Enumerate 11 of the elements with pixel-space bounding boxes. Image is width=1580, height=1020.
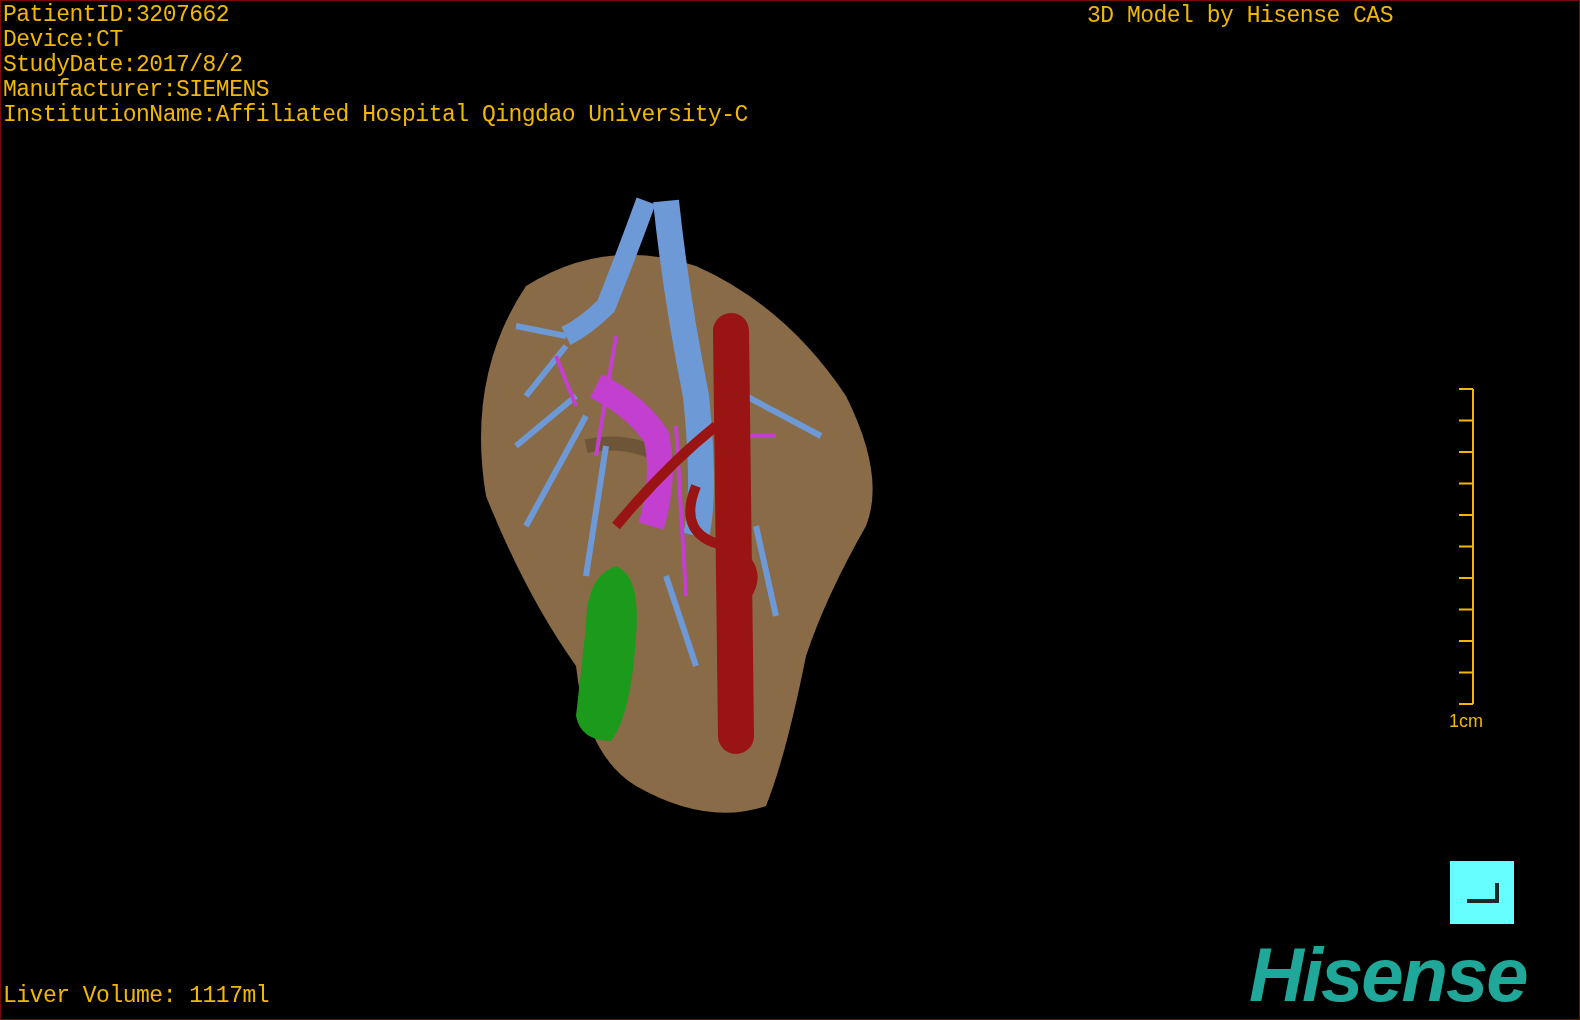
liver-volume-text: Liver Volume: 1117ml [3,984,270,1009]
corner-view-button[interactable] [1450,861,1514,924]
study-info-text: Manufacturer:SIEMENS [3,78,271,103]
corner-icon [1465,880,1499,905]
study-info-text: Device:CT [3,28,124,53]
credit-text: 3D Model by Hisense CAS [1087,4,1393,29]
scale-label: 1cm [1449,711,1483,731]
study-info-text: InstitutionName:Affiliated Hospital Qingdao University-C [3,103,748,128]
brand-logo: Hisense [1249,941,1527,1009]
study-info-text: PatientID:3207662 [3,3,231,28]
study-info-text: StudyDate:2017/8/2 [3,53,244,78]
